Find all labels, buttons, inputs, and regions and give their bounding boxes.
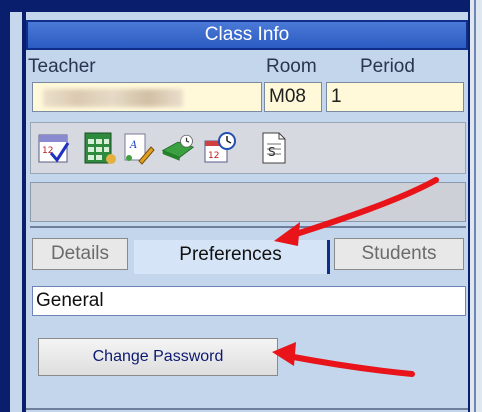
arrow-to-change-password: [272, 342, 415, 377]
annotation-arrows: [272, 177, 439, 377]
window-frame: Class Info Teacher Room Period M08 1 12: [0, 0, 482, 412]
arrow-to-preferences-tab: [274, 177, 439, 246]
